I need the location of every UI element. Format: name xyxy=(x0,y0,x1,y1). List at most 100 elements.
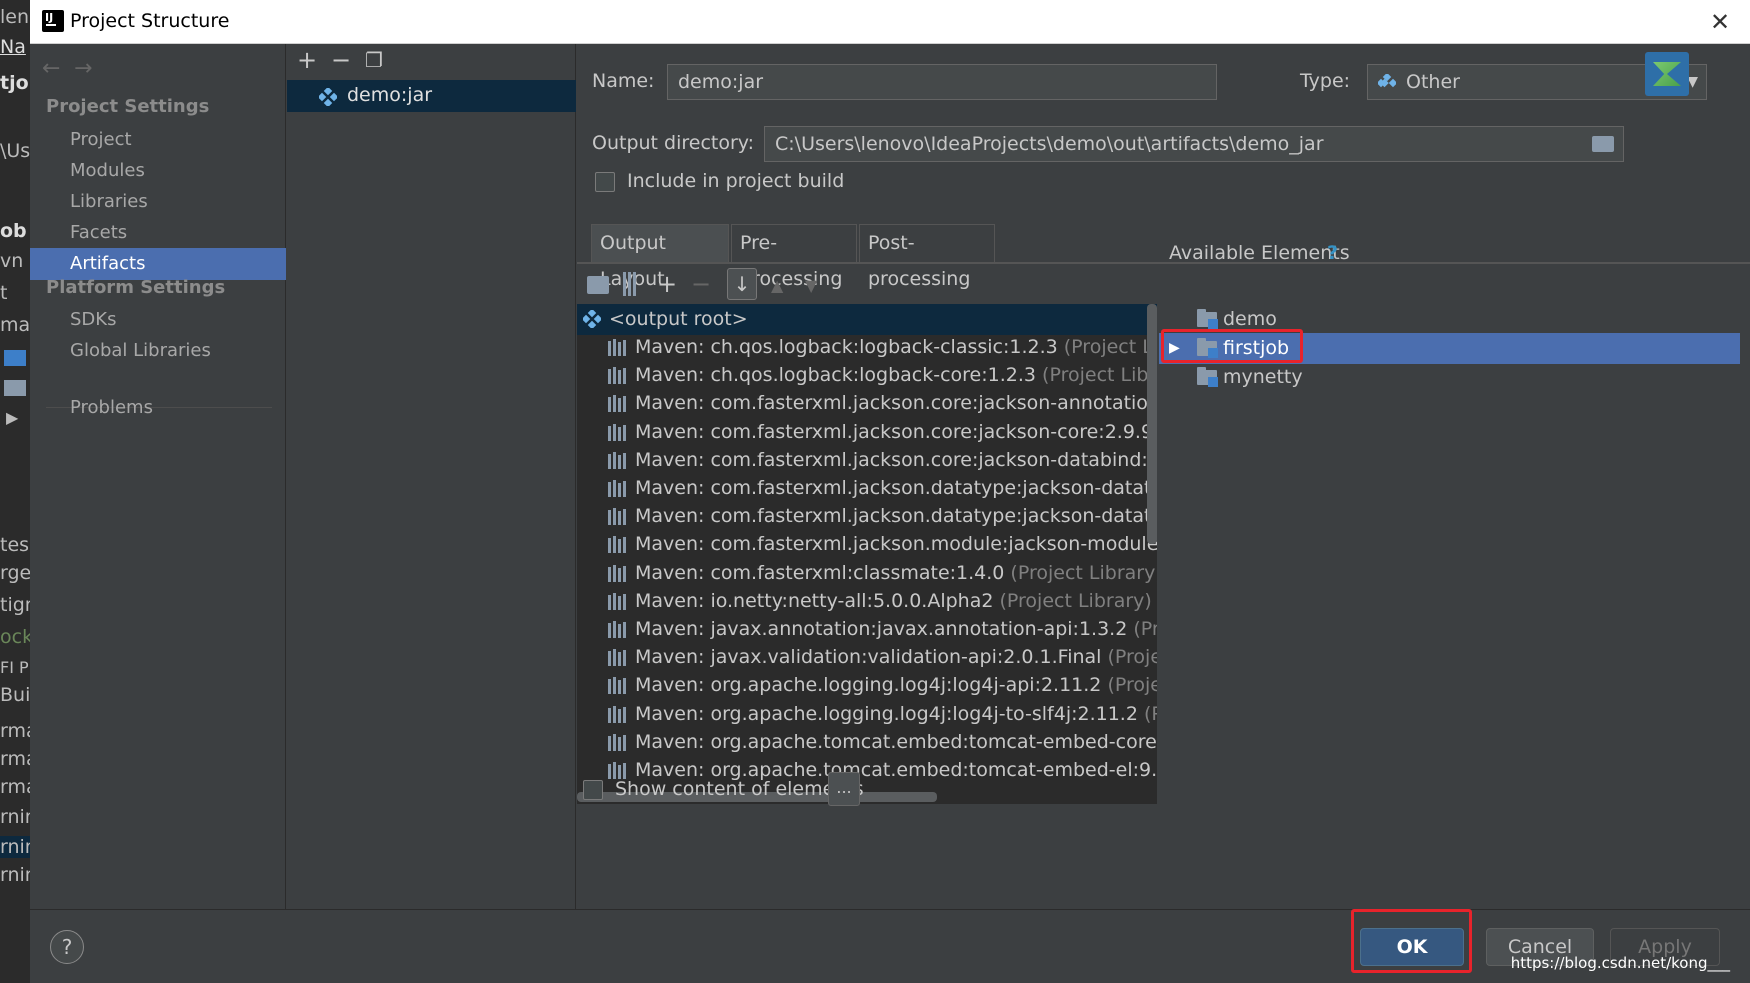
tree-row-library[interactable]: Maven: io.netty:netty-all:5.0.0.Alpha2 (… xyxy=(577,586,1157,617)
sidebar-item-modules[interactable]: Modules xyxy=(30,155,286,187)
name-label: Name: xyxy=(592,70,655,92)
library-icon xyxy=(608,649,626,667)
artifact-diamond-icon xyxy=(583,310,601,328)
tree-row-library[interactable]: Maven: com.fasterxml.jackson.datatype:ja… xyxy=(577,473,1157,504)
available-item-mynetty[interactable]: mynetty xyxy=(1159,362,1740,393)
tree-row-library[interactable]: Maven: org.apache.tomcat.embed:tomcat-em… xyxy=(577,727,1157,758)
library-name: Maven: com.fasterxml:classmate:1.4.0 xyxy=(635,561,1005,584)
tree-row-output-root[interactable]: <output root> xyxy=(577,304,1157,335)
library-name: Maven: javax.validation:validation-api:2… xyxy=(635,646,1102,669)
tab-post-processing[interactable]: Post-processing xyxy=(859,224,995,290)
tree-row-library[interactable]: Maven: com.fasterxml.jackson.datatype:ja… xyxy=(577,501,1157,532)
tree-row-label: Maven: com.fasterxml.jackson.core:jackso… xyxy=(635,388,1157,419)
library-icon xyxy=(608,395,626,413)
new-directory-icon[interactable] xyxy=(587,276,609,294)
tree-row-library[interactable]: Maven: com.fasterxml.jackson.core:jackso… xyxy=(577,388,1157,419)
ellipsis-button[interactable]: ... xyxy=(828,772,860,806)
help-button[interactable]: ? xyxy=(50,930,84,964)
add-icon[interactable]: + xyxy=(297,48,317,72)
settings-sidebar: ← → Project Settings Project Modules Lib… xyxy=(30,44,286,909)
bg-text: rma xyxy=(0,776,30,798)
help-icon[interactable]: ? xyxy=(1327,242,1338,264)
copy-icon[interactable]: ❐ xyxy=(365,48,383,72)
bg-text: rnin xyxy=(0,806,30,828)
tree-row-library[interactable]: Maven: org.apache.logging.log4j:log4j-to… xyxy=(577,699,1157,730)
tree-row-library[interactable]: Maven: com.fasterxml:classmate:1.4.0 (Pr… xyxy=(577,558,1157,589)
library-icon xyxy=(608,536,626,554)
tree-row-library[interactable]: Maven: com.fasterxml.jackson.module:jack… xyxy=(577,529,1157,560)
move-up-icon[interactable]: ▲ xyxy=(771,274,783,298)
dialog-footer: ? OK Cancel Apply https://blog.csdn.net/… xyxy=(30,909,1750,983)
sidebar-item-facets[interactable]: Facets xyxy=(30,217,286,249)
close-button[interactable]: ✕ xyxy=(1706,8,1734,36)
available-elements-panel: Available Elements ? demo ▶ firstjob myn… xyxy=(1159,242,1750,804)
bg-text: rnin xyxy=(0,836,30,858)
library-name: Maven: ch.qos.logback:logback-core:1.2.3 xyxy=(635,364,1036,387)
vertical-scrollbar[interactable] xyxy=(1147,304,1157,544)
name-input[interactable]: demo:jar xyxy=(667,64,1217,100)
kotlin-badge-icon xyxy=(1645,52,1689,96)
browse-folder-icon[interactable] xyxy=(1592,136,1614,152)
move-down-icon[interactable]: ▼ xyxy=(805,274,817,298)
tree-row-label: Maven: org.apache.logging.log4j:log4j-to… xyxy=(635,699,1157,730)
type-value: Other xyxy=(1406,71,1460,93)
bg-text: rnin xyxy=(0,864,30,886)
tree-row-library[interactable]: Maven: javax.annotation:javax.annotation… xyxy=(577,614,1157,645)
back-arrow-icon[interactable]: ← xyxy=(42,56,60,81)
bg-text: \Us xyxy=(0,140,30,162)
forward-arrow-icon[interactable]: → xyxy=(74,56,92,81)
remove-element-icon[interactable]: − xyxy=(691,272,711,296)
remove-icon[interactable]: − xyxy=(331,48,351,72)
library-name: Maven: org.apache.logging.log4j:log4j-ap… xyxy=(635,674,1102,697)
bg-text: Buil xyxy=(0,684,30,706)
library-icon xyxy=(608,677,626,695)
tree-row-label: Maven: com.fasterxml.jackson.module:jack… xyxy=(635,529,1157,560)
tree-row-library[interactable]: Maven: javax.validation:validation-api:2… xyxy=(577,642,1157,673)
library-scope: (Project Library) xyxy=(1133,618,1157,640)
library-name: Maven: com.fasterxml.jackson.datatype:ja… xyxy=(635,477,1157,499)
sidebar-item-libraries[interactable]: Libraries xyxy=(30,186,286,218)
bg-text: vn xyxy=(0,250,24,272)
bg-text: ob xyxy=(0,220,27,242)
sidebar-item-project[interactable]: Project xyxy=(30,124,286,156)
library-icon xyxy=(608,451,626,469)
add-copy-icon[interactable]: + xyxy=(657,272,677,296)
sidebar-item-sdks[interactable]: SDKs xyxy=(30,304,286,336)
sidebar-item-artifacts[interactable]: Artifacts xyxy=(30,248,286,280)
tree-row-label: Maven: javax.validation:validation-api:2… xyxy=(635,642,1157,673)
tree-row-label: Maven: ch.qos.logback:logback-classic:1.… xyxy=(635,332,1157,363)
screen: len Na tjo \Us ob vn t ma ▶ tes rget tig… xyxy=(0,0,1750,983)
sort-elements-icon[interactable]: ↓ xyxy=(727,268,757,300)
output-directory-input[interactable]: C:\Users\lenovo\IdeaProjects\demo\out\ar… xyxy=(764,126,1624,162)
background-ide-strip: len Na tjo \Us ob vn t ma ▶ tes rget tig… xyxy=(0,0,30,983)
bg-text: ocke xyxy=(0,626,30,648)
show-content-checkbox[interactable] xyxy=(583,780,603,800)
tree-row-label: Maven: org.apache.tomcat.embed:tomcat-em… xyxy=(635,727,1157,758)
output-layout-tree[interactable]: <output root> Maven: ch.qos.logback:logb… xyxy=(577,304,1157,804)
tab-output-layout[interactable]: Output Layout xyxy=(591,224,729,290)
library-scope: (Project Library) xyxy=(1107,646,1157,669)
tab-pre-processing[interactable]: Pre-processing xyxy=(731,224,857,290)
tree-row-library[interactable]: Maven: com.fasterxml.jackson.core:jackso… xyxy=(577,445,1157,476)
module-folder-icon xyxy=(1197,309,1218,329)
tree-row-library[interactable]: Maven: ch.qos.logback:logback-core:1.2.3… xyxy=(577,360,1157,391)
tree-row-library[interactable]: Maven: org.apache.logging.log4j:log4j-ap… xyxy=(577,670,1157,701)
tree-row-library[interactable]: Maven: ch.qos.logback:logback-classic:1.… xyxy=(577,332,1157,363)
artifacts-list-panel: + − ❐ demo:jar xyxy=(287,44,576,909)
library-icon xyxy=(608,592,626,610)
sidebar-item-global-libraries[interactable]: Global Libraries xyxy=(30,335,286,367)
new-archive-icon[interactable] xyxy=(623,272,637,296)
artifact-item-demo-jar[interactable]: demo:jar xyxy=(287,80,576,112)
library-name: Maven: org.apache.logging.log4j:log4j-to… xyxy=(635,702,1138,725)
bg-text: tjo xyxy=(0,72,29,94)
library-icon xyxy=(608,621,626,638)
bg-text: FI P xyxy=(0,658,29,677)
include-in-build-checkbox[interactable] xyxy=(595,172,615,192)
tree-row-library[interactable]: Maven: com.fasterxml.jackson.core:jackso… xyxy=(577,417,1157,448)
bg-text: t xyxy=(0,282,8,304)
library-name: Maven: io.netty:netty-all:5.0.0.Alpha2 xyxy=(635,589,994,612)
sidebar-item-problems[interactable]: Problems xyxy=(30,392,286,424)
tab-divider xyxy=(577,262,1750,264)
library-icon xyxy=(608,508,626,526)
available-elements-title: Available Elements xyxy=(1169,242,1350,264)
